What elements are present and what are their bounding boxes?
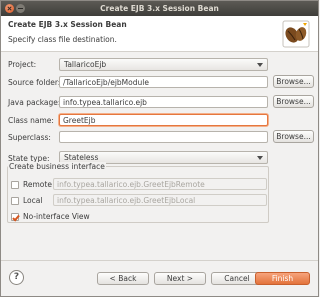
header-description: Specify class file destination. [8, 35, 117, 44]
window-title: Create EJB 3.x Session Bean [100, 4, 219, 13]
java-package-browse-button[interactable]: Browse... [273, 95, 314, 108]
title-bar: Create EJB 3.x Session Bean [1, 1, 318, 16]
next-button[interactable]: Next > [154, 272, 206, 285]
local-label: Local [23, 196, 43, 205]
project-value: TallaricoEjb [64, 60, 107, 69]
business-interface-title: Create business interface [8, 162, 106, 171]
finish-button[interactable]: Finish [255, 272, 310, 285]
wizard-header: Create EJB 3.x Session Bean Specify clas… [1, 16, 318, 52]
no-interface-checkbox[interactable] [11, 213, 19, 221]
local-interface-input: info.typea.tallarico.ejb.GreetEjbLocal [53, 194, 267, 206]
session-bean-icon [282, 20, 310, 48]
superclass-browse-button[interactable]: Browse... [273, 130, 314, 143]
java-package-input[interactable]: info.typea.tallarico.ejb [59, 96, 268, 108]
remote-interface-input: info.typea.tallarico.ejb.GreetEjbRemote [53, 178, 267, 190]
dialog-window: Create EJB 3.x Session Bean Create EJB 3… [0, 0, 319, 297]
footer-separator [1, 260, 318, 261]
source-folder-label: Source folder: [8, 78, 61, 87]
chevron-down-icon [257, 63, 263, 67]
project-label: Project: [8, 60, 37, 69]
help-icon[interactable]: ? [9, 270, 24, 285]
state-type-value: Stateless [64, 153, 99, 162]
source-folder-input[interactable]: /TallaricoEjb/ejbModule [59, 76, 268, 88]
superclass-label: Superclass: [8, 133, 51, 142]
remote-checkbox[interactable] [11, 181, 19, 189]
class-name-input[interactable]: GreetEjb [59, 114, 268, 126]
class-name-label: Class name: [8, 116, 54, 125]
java-package-label: Java package: [8, 98, 61, 107]
superclass-input[interactable] [59, 131, 268, 143]
chevron-down-icon [257, 156, 263, 160]
project-dropdown[interactable]: TallaricoEjb [59, 58, 268, 71]
header-title: Create EJB 3.x Session Bean [8, 20, 127, 29]
no-interface-label: No-interface View [23, 212, 90, 221]
source-folder-browse-button[interactable]: Browse... [273, 75, 314, 88]
back-button: < Back [97, 272, 149, 285]
local-checkbox[interactable] [11, 197, 19, 205]
remote-label: Remote [23, 180, 52, 189]
